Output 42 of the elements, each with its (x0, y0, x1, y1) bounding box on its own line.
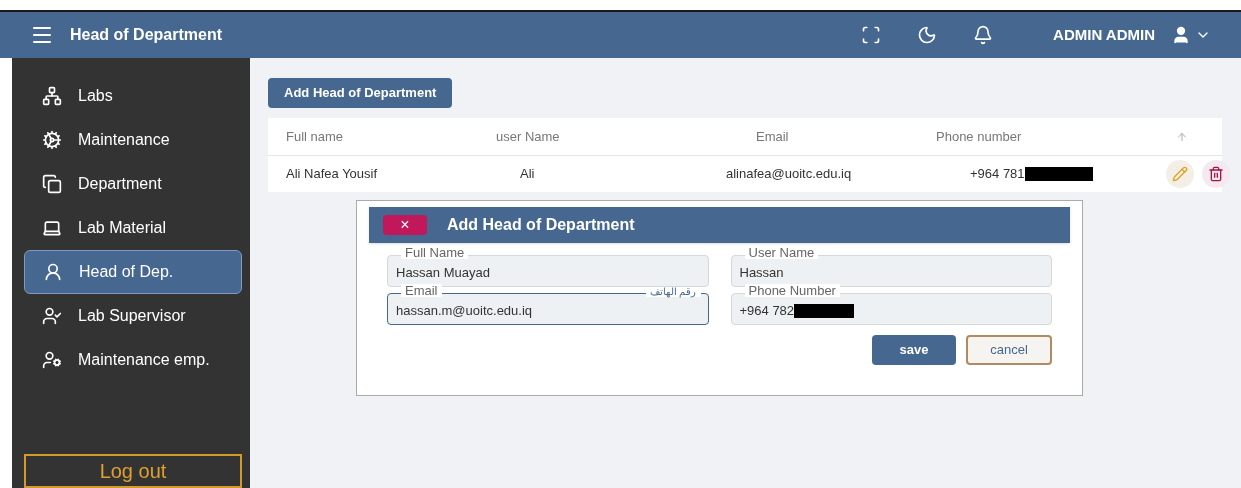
sidebar-item[interactable]: Maintenance (24, 118, 242, 162)
logout-button[interactable]: Log out (24, 454, 242, 488)
pencil-icon (1172, 166, 1188, 182)
field-label: Full Name (401, 246, 469, 259)
sidebar-item[interactable]: Labs (24, 74, 242, 118)
gears-icon (42, 130, 62, 150)
delete-button[interactable] (1202, 160, 1230, 188)
save-button[interactable]: save (872, 335, 956, 365)
bell-icon[interactable] (973, 25, 994, 45)
network-icon (42, 86, 62, 106)
column-header: Phone number (935, 127, 1023, 146)
field-label: Email (401, 284, 442, 297)
user-check-icon (42, 306, 62, 326)
trash-icon (1208, 166, 1224, 182)
field-label: Phone Number (744, 284, 840, 297)
user-name[interactable]: ADMIN ADMIN (1053, 23, 1155, 47)
user-icon[interactable] (1171, 25, 1191, 45)
field-hint: رقم الهاتف (645, 287, 701, 297)
sidebar-item[interactable]: Department (24, 162, 242, 206)
sidebar-item[interactable]: Lab Supervisor (24, 294, 242, 338)
user-icon (43, 262, 63, 282)
cancel-button[interactable]: cancel (966, 335, 1052, 365)
copy-icon (42, 174, 62, 194)
page-title: Head of Department (70, 25, 223, 45)
sidebar-item[interactable]: Head of Dep. (24, 250, 242, 294)
moon-icon[interactable] (917, 25, 938, 45)
table-cell-text: alinafea@uoitc.edu.iq (726, 165, 853, 184)
dialog-title: Add Head of Department (447, 215, 635, 235)
table-cell-text: Ali Nafea Yousif (286, 165, 379, 184)
field-label: User Name (744, 246, 819, 259)
column-header: Full name (286, 127, 345, 146)
column-header: user Name (496, 127, 561, 146)
table-cell-text: +964 781 (970, 165, 1025, 184)
sidebar-item[interactable]: Lab Material (24, 206, 242, 250)
close-button[interactable]: × (383, 215, 427, 235)
add-button[interactable]: Add Head of Department (268, 78, 453, 108)
column-header: Email (755, 127, 790, 146)
sidebar-item[interactable]: Maintenance emp. (24, 338, 242, 382)
table-cell-text: Ali (519, 165, 536, 184)
user-cog-icon (42, 350, 62, 370)
laptop-icon (42, 218, 62, 238)
fullscreen-icon[interactable] (861, 25, 882, 45)
